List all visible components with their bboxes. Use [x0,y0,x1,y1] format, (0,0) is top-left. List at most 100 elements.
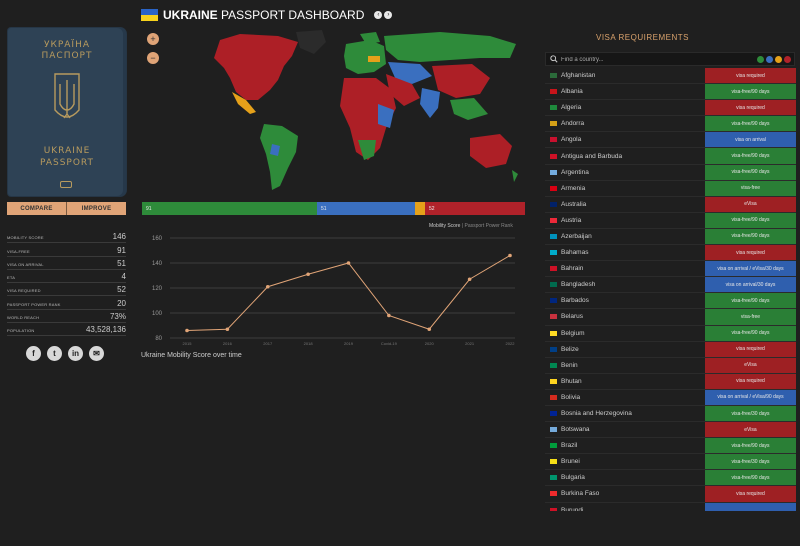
country-name: Andorra [561,120,585,128]
linkedin-icon[interactable]: in [68,346,83,361]
visa-row[interactable]: Burundi [545,502,796,511]
visa-row[interactable]: Bhutan visa required [545,373,796,390]
zoom-out-button[interactable]: − [147,52,159,64]
visa-row[interactable]: Bulgaria visa-free/90 days [545,470,796,487]
visa-row[interactable]: Brunei visa-free/30 days [545,454,796,471]
visa-row[interactable]: Barbados visa-free/90 days [545,293,796,310]
visa-status: eVisa [705,422,796,438]
visa-row[interactable]: Angola visa on arrival [545,132,796,149]
visa-requirements-list[interactable]: Afghanistan visa required Albania visa-free… [545,68,796,511]
visa-row[interactable]: Bangladesh visa on arrival/30 days [545,277,796,294]
zoom-in-button[interactable]: + [147,33,159,45]
country-flag-icon [550,491,557,497]
filter-visa-on-arrival[interactable] [766,56,773,63]
country-flag-icon [550,314,557,320]
stat-row: Population 43,528,136 [7,323,126,337]
country-name: Burundi [561,506,584,511]
visa-status: visa-free/90 days [705,148,796,164]
chart-x-tick-label: 2016 [223,341,233,346]
visa-row[interactable]: Belize visa required [545,341,796,358]
visa-country: Armenia [545,181,705,196]
visa-status: visa required [705,341,796,357]
country-name: Austria [561,216,582,224]
email-icon[interactable]: ✉ [89,346,104,361]
visa-row[interactable]: Afghanistan visa required [545,68,796,85]
map-region-south-america [260,124,298,190]
chart-point [185,328,189,333]
country-flag-icon [550,217,557,223]
visa-status: visa-free/90 days [705,470,796,486]
trident-icon [54,73,80,119]
chart-x-tick-label: 2018 [304,341,314,346]
stat-label: Passport power rank [7,301,61,307]
visa-status: visa-free/90 days [705,84,796,100]
visa-row[interactable]: Antigua and Barbuda visa-free/90 days [545,148,796,165]
country-flag-icon [550,394,557,400]
country-flag-icon [550,250,557,256]
country-name: Bahrain [561,265,584,273]
social-share: f t in ✉ [26,346,104,361]
visa-row[interactable]: Bahrain visa on arrival / eVisa/30 days [545,261,796,278]
visa-row[interactable]: Benin eVisa [545,357,796,374]
map-region-se-asia [450,98,488,120]
country-flag-icon [550,475,557,481]
visa-status: visa required [705,245,796,261]
visa-row[interactable]: Argentina visa-free/90 days [545,164,796,181]
improve-button[interactable]: IMPROVE [66,202,126,215]
visa-country: Azerbaijan [545,229,705,244]
country-name: Belgium [561,329,585,337]
chart-y-tick-label: 140 [152,261,163,267]
visa-status: visa-free/90 days [705,212,796,228]
visa-row[interactable]: Algeria visa required [545,100,796,117]
visa-row[interactable]: Bahamas visa required [545,245,796,262]
stat-value: 146 [112,232,126,242]
stat-value: 51 [117,258,126,268]
facebook-icon[interactable]: f [26,346,41,361]
country-name: Afghanistan [561,72,596,80]
country-name: Bhutan [561,377,582,385]
stat-row: eTA 4 [7,270,126,284]
visa-country: Burundi [545,503,705,511]
compare-button[interactable]: COMPARE [7,202,66,215]
visa-row[interactable]: Albania visa-free/90 days [545,84,796,101]
visa-row[interactable]: Andorra visa-free/90 days [545,116,796,133]
stat-value: 73% [109,312,126,322]
filter-visa-free[interactable] [757,56,764,63]
visa-row[interactable]: Belgium visa-free/90 days [545,325,796,342]
passport-stats: Mobility score 146 Visa-free 91 Visa on ar… [7,230,126,337]
visa-row[interactable]: Azerbaijan visa-free/90 days [545,228,796,246]
next-icon[interactable]: › [384,11,393,19]
visa-status: visa required [705,68,796,84]
country-name: Brazil [561,442,578,450]
filter-visa-required[interactable] [784,56,791,63]
visa-country: Algeria [545,100,705,115]
stat-row: Passport power rank 20 [7,296,126,310]
world-map[interactable] [200,28,520,198]
country-flag-icon [550,507,557,511]
stat-row: Visa required 52 [7,283,126,297]
visa-row[interactable]: Armenia visa-free [545,180,796,197]
search-icon [550,55,558,63]
visa-status: visa-free/30 days [705,454,796,470]
country-name: Bahamas [561,249,589,257]
stat-label: Population [7,328,35,334]
visa-row[interactable]: Burkina Faso visa required [545,486,796,503]
twitter-icon[interactable]: t [47,346,62,361]
visa-row[interactable]: Belarus visa-free [545,309,796,326]
legend-power-rank[interactable]: | Passport Power Rank [460,223,513,229]
prev-icon[interactable]: ‹ [374,11,383,19]
visa-panel-title: VISA REQUIREMENTS [596,33,689,42]
visa-row[interactable]: Australia eVisa [545,196,796,213]
passport-text-en-2: PASSPORT [39,158,95,168]
mobility-chart: 80 100 120 140 160 2015 2016 2017 2018 2019 Covid-… [152,236,515,346]
visa-row[interactable]: Bosnia and Herzegovina visa-free/30 days [545,405,796,423]
visa-country: Bolivia [545,390,705,405]
visa-row[interactable]: Austria visa-free/90 days [545,212,796,229]
country-search-input[interactable] [561,54,751,65]
chart-y-tick-label: 100 [152,311,163,317]
visa-row[interactable]: Bolivia visa on arrival / eVisa/90 days [545,389,796,406]
visa-status: visa on arrival/30 days [705,277,796,293]
visa-row[interactable]: Botswana eVisa [545,422,796,439]
filter-eta[interactable] [775,56,782,63]
visa-row[interactable]: Brazil visa-free/90 days [545,438,796,455]
